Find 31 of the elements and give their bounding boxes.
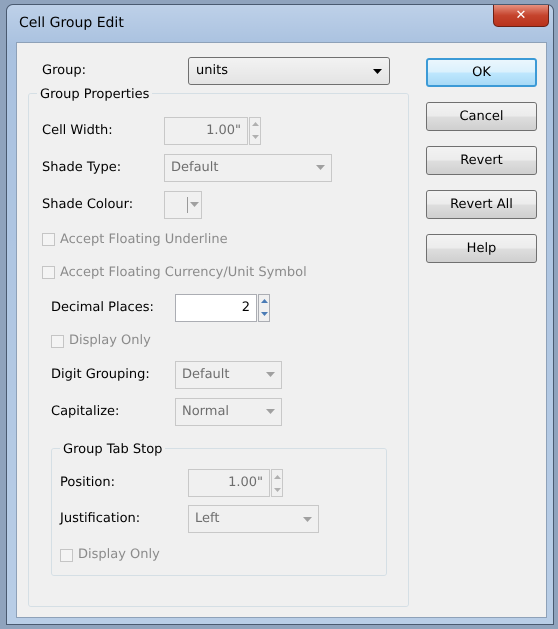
checkbox-label: Display Only bbox=[78, 546, 160, 564]
field-label: Cell Width: bbox=[42, 122, 114, 140]
dialog-button[interactable]: Cancel bbox=[426, 102, 537, 131]
spin-buttons[interactable] bbox=[271, 469, 283, 497]
field-label: Shade Colour: bbox=[42, 196, 134, 214]
caret-icon bbox=[266, 372, 275, 377]
number-field[interactable]: 2 bbox=[175, 294, 257, 322]
dialog-button[interactable]: OK bbox=[426, 58, 537, 87]
caret-icon bbox=[316, 165, 325, 170]
field-label: Shade Type: bbox=[42, 158, 122, 177]
window-title: Cell Group Edit bbox=[19, 14, 124, 33]
caret-icon bbox=[373, 68, 382, 74]
dialog-button[interactable]: Help bbox=[426, 234, 537, 263]
field-label: Position: bbox=[60, 474, 116, 492]
dialog-button[interactable]: Revert All bbox=[426, 190, 537, 219]
group-label: Group: bbox=[42, 62, 86, 80]
checkbox-label: Display Only bbox=[69, 332, 151, 350]
spin-buttons[interactable] bbox=[249, 116, 261, 144]
field-label: Decimal Places: bbox=[51, 298, 155, 317]
spin-buttons[interactable] bbox=[258, 294, 270, 322]
checkbox-label: Accept Floating Underline bbox=[60, 230, 228, 249]
dialog-button[interactable]: Revert bbox=[426, 146, 537, 175]
field-label: Capitalize: bbox=[51, 402, 120, 421]
close-button[interactable]: ✕ bbox=[493, 5, 549, 27]
field-label: Digit Grouping: bbox=[51, 366, 151, 384]
field-label: Justification: bbox=[60, 510, 142, 528]
group-dropdown[interactable]: units bbox=[188, 57, 390, 85]
caret-icon bbox=[303, 516, 312, 522]
caret-icon bbox=[266, 409, 275, 414]
caret-icon bbox=[190, 202, 199, 207]
checkbox-label: Accept Floating Currency/Unit Symbol bbox=[60, 264, 307, 282]
